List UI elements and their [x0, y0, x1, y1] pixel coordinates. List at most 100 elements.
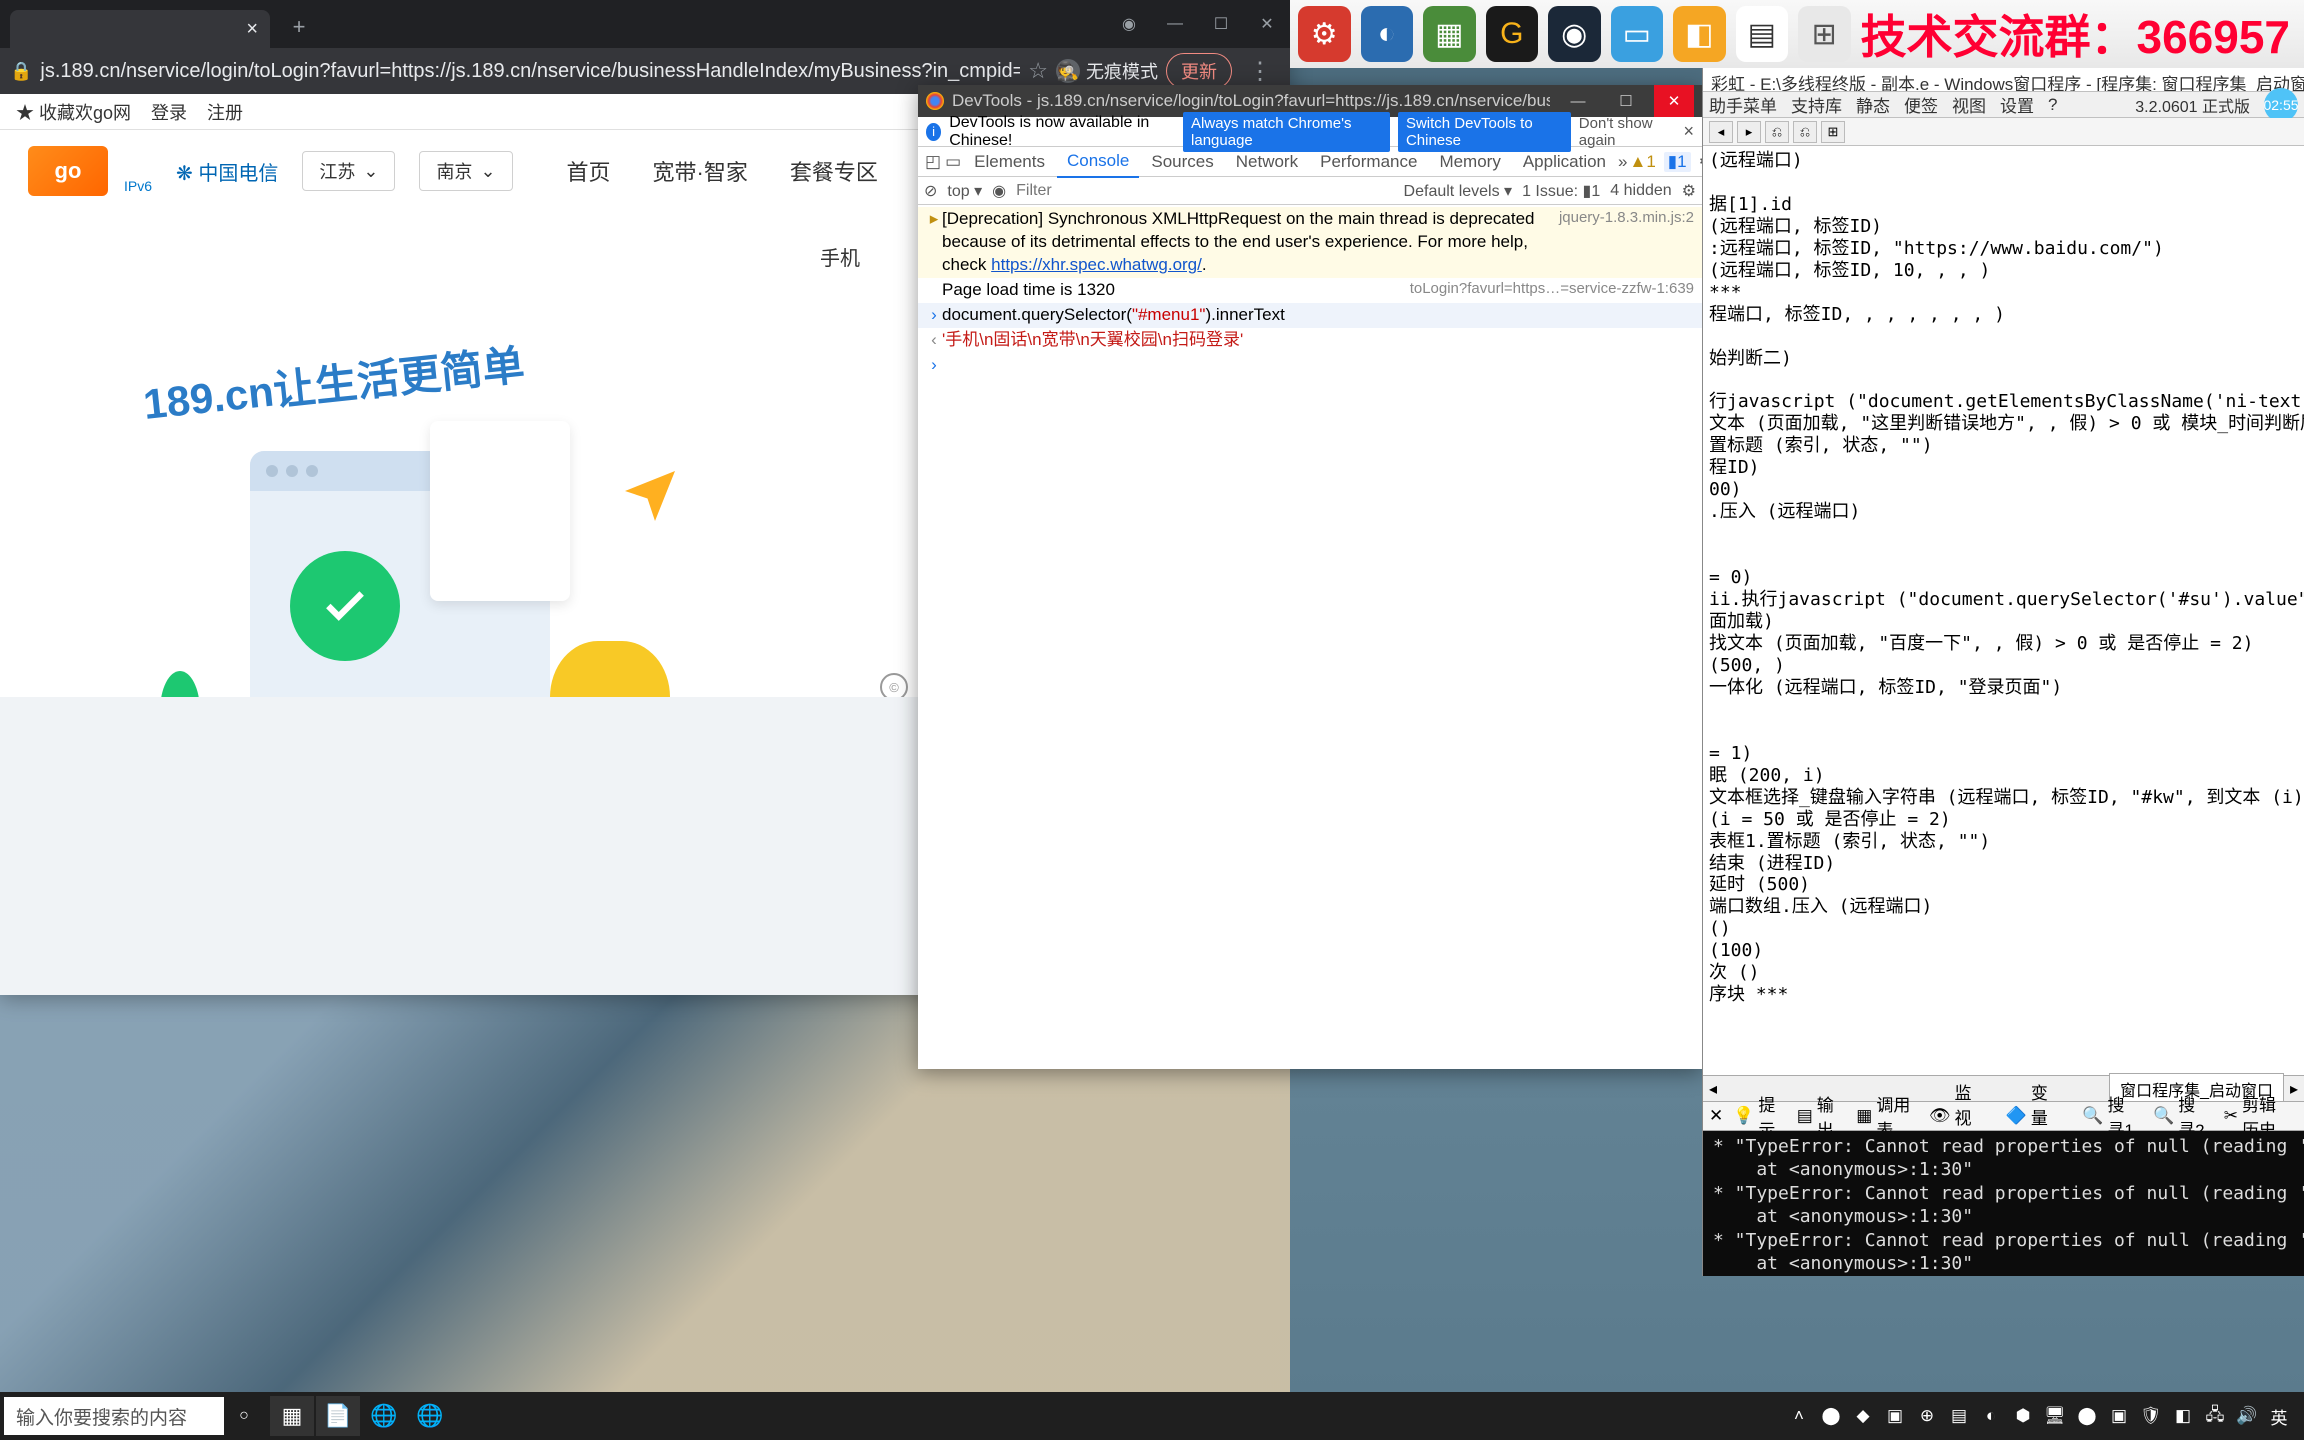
match-language-button[interactable]: Always match Chrome's language [1183, 112, 1390, 152]
taskbar-search[interactable]: 输入你要搜索的内容 [4, 1397, 224, 1435]
close-button[interactable]: ✕ [1654, 85, 1694, 117]
inspect-icon[interactable]: ◰ [924, 150, 942, 174]
issue-badge[interactable]: ▮1 [1664, 152, 1691, 172]
city-select[interactable]: 南京⌄ [419, 151, 512, 191]
tab-network[interactable]: Network [1226, 147, 1308, 177]
warning-badge[interactable]: ▲1 [1629, 152, 1655, 172]
tray-icon[interactable]: ◐ [1980, 1405, 2002, 1427]
app-icon[interactable]: ▤ [1736, 6, 1789, 62]
minimize-button[interactable]: — [1152, 0, 1198, 48]
register-link[interactable]: 注册 [207, 99, 243, 125]
ide-output-panel[interactable]: * "TypeError: Cannot read properties of … [1703, 1131, 2304, 1276]
hidden-count[interactable]: 4 hidden [1610, 182, 1671, 200]
tab-elements[interactable]: Elements [964, 147, 1055, 177]
console-settings-icon[interactable]: ⚙ [1682, 181, 1696, 201]
toolbar-button[interactable]: ▸ [1737, 121, 1761, 143]
tab-close-icon[interactable]: × [246, 18, 258, 41]
tray-icon[interactable]: ▣ [2108, 1405, 2130, 1427]
tab-sources[interactable]: Sources [1141, 147, 1223, 177]
taskbar-app[interactable]: ▦ [270, 1396, 314, 1436]
language-banner: i DevTools is now available in Chinese! … [918, 117, 1702, 147]
steam-icon[interactable]: ◉ [1548, 6, 1601, 62]
app-icon[interactable]: ⊞ [1798, 6, 1851, 62]
issue-count[interactable]: 1 Issue: ▮1 [1522, 181, 1600, 201]
chrome-menu-icon[interactable]: ⋮ [1240, 57, 1280, 86]
province-select[interactable]: 江苏⌄ [302, 151, 395, 191]
go-logo[interactable]: go [28, 146, 108, 196]
tray-icon[interactable]: ⊕ [1916, 1405, 1938, 1427]
menu-item[interactable]: 助手菜单 [1709, 92, 1777, 117]
more-tabs-icon[interactable]: » [1618, 152, 1627, 172]
telecom-logo[interactable]: ❋ 中国电信 [176, 157, 278, 186]
lock-icon[interactable]: 🔒 [10, 61, 32, 82]
menu-item[interactable]: 设置 [2000, 92, 2034, 117]
maximize-button[interactable]: ☐ [1606, 85, 1646, 117]
bookmark-star-icon[interactable]: ☆ [1028, 58, 1048, 84]
switch-chinese-button[interactable]: Switch DevTools to Chinese [1398, 112, 1571, 152]
tray-icon[interactable]: 🖥 [2044, 1405, 2066, 1427]
tray-icon[interactable]: ⬢ [2012, 1405, 2034, 1427]
tab-console[interactable]: Console [1057, 146, 1139, 178]
incognito-icon: 🕵 [1056, 59, 1080, 83]
taskbar-chrome[interactable]: 🌐 [362, 1396, 406, 1436]
tray-icon[interactable]: ◆ [1852, 1405, 1874, 1427]
app-icon[interactable]: ▭ [1611, 6, 1664, 62]
network-icon[interactable]: 🖧 [2204, 1405, 2226, 1427]
filter-input[interactable] [1016, 182, 1223, 200]
live-expr-icon[interactable]: ◉ [992, 181, 1006, 201]
banner-close-icon[interactable]: × [1683, 121, 1694, 142]
tab-performance[interactable]: Performance [1310, 147, 1427, 177]
app-icon[interactable]: G [1486, 6, 1539, 62]
tray-icon[interactable]: ▤ [1948, 1405, 1970, 1427]
tab-nav-left[interactable]: ◂ [1703, 1079, 1723, 1099]
nav-package[interactable]: 套餐专区 [790, 155, 878, 187]
nav-home[interactable]: 首页 [567, 155, 611, 187]
console-body[interactable]: ▸ [Deprecation] Synchronous XMLHttpReque… [918, 205, 1702, 1069]
login-link[interactable]: 登录 [151, 99, 187, 125]
chrome-tab[interactable]: × [10, 10, 270, 48]
tray-chevron-icon[interactable]: ˄ [1788, 1405, 1810, 1427]
clear-console-icon[interactable]: ⊘ [924, 181, 937, 201]
tray-icon[interactable]: 🛡 [2140, 1405, 2162, 1427]
toolbar-button[interactable]: ⊞ [1821, 121, 1845, 143]
app-icon[interactable]: ▦ [1423, 6, 1476, 62]
maximize-button[interactable]: ☐ [1198, 0, 1244, 48]
menu-item[interactable]: 静态 [1856, 92, 1890, 117]
context-select[interactable]: top ▾ [947, 181, 982, 201]
app-icon[interactable]: ◐ [1361, 6, 1414, 62]
nav-broadband[interactable]: 宽带·智家 [653, 155, 748, 187]
record-icon[interactable]: ◉ [1106, 0, 1152, 48]
tray-icon[interactable]: ▣ [1884, 1405, 1906, 1427]
tray-icon[interactable]: ⬤ [2076, 1405, 2098, 1427]
levels-select[interactable]: Default levels ▾ [1404, 181, 1513, 201]
bookmark-item[interactable]: ★ 收藏欢go网 [16, 99, 131, 125]
toolbar-button[interactable]: ◂ [1709, 121, 1733, 143]
toolbar-button[interactable]: ⎌ [1793, 121, 1817, 143]
toolbar-button[interactable]: ⎌ [1765, 121, 1789, 143]
menu-item[interactable]: 视图 [1952, 92, 1986, 117]
close-button[interactable]: ✕ [1244, 0, 1290, 48]
menu-item[interactable]: 支持库 [1791, 92, 1842, 117]
app-icon[interactable]: ◧ [1673, 6, 1726, 62]
ide-titlebar[interactable]: 彩虹 - E:\多线程终版 - 副本.e - Windows窗口程序 - [程序… [1703, 68, 2304, 92]
panel-close-icon[interactable]: ✕ [1709, 1106, 1723, 1126]
update-button[interactable]: 更新 [1166, 53, 1232, 89]
console-prompt[interactable]: › [918, 353, 1702, 378]
cortana-icon[interactable]: ○ [224, 1396, 264, 1436]
ide-code-editor[interactable]: (远程端口) 据[1].id (远程端口, 标签ID) :远程端口, 标签ID,… [1703, 146, 2304, 1075]
dont-show-link[interactable]: Don't show again [1579, 115, 1676, 149]
tray-icon[interactable]: ⬤ [1820, 1405, 1842, 1427]
app-icon[interactable]: ⚙ [1298, 6, 1351, 62]
url-field[interactable]: js.189.cn/nservice/login/toLogin?favurl=… [40, 60, 1020, 83]
new-tab-button[interactable]: + [284, 12, 314, 42]
volume-icon[interactable]: 🔊 [2236, 1405, 2258, 1427]
menu-item[interactable]: 便签 [1904, 92, 1938, 117]
taskbar-chrome[interactable]: 🌐 [408, 1396, 452, 1436]
tab-memory[interactable]: Memory [1429, 147, 1510, 177]
tray-icon[interactable]: ◧ [2172, 1405, 2194, 1427]
ime-indicator[interactable]: 英 [2268, 1405, 2290, 1427]
menu-item[interactable]: ? [2048, 95, 2057, 115]
taskbar-app[interactable]: 📄 [316, 1396, 360, 1436]
tab-application[interactable]: Application [1513, 147, 1616, 177]
device-icon[interactable]: ▭ [944, 150, 962, 174]
